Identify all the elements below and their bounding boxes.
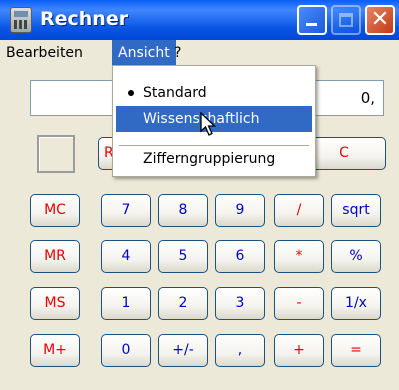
key-3[interactable]: 3 — [215, 287, 265, 320]
minimize-icon — [306, 23, 317, 26]
menu-ansicht[interactable]: Ansicht — [112, 40, 176, 66]
key-2[interactable]: 2 — [158, 287, 208, 320]
key-7[interactable]: 7 — [101, 194, 151, 227]
mc-button[interactable]: MC — [30, 194, 80, 227]
window-title: Rechner — [40, 8, 129, 30]
equals-button[interactable]: = — [331, 334, 381, 367]
calculator-window: Rechner ✕ Bearbeiten Ansicht ? 0, R E C … — [0, 0, 399, 390]
key-4[interactable]: 4 — [101, 240, 151, 273]
close-button[interactable]: ✕ — [365, 5, 395, 35]
percent-button[interactable]: % — [331, 240, 381, 273]
add-button[interactable]: + — [274, 334, 324, 367]
close-icon: ✕ — [370, 7, 390, 32]
menu-item-digit-grouping-label: Zifferngruppierung — [143, 151, 276, 167]
key-6[interactable]: 6 — [215, 240, 265, 273]
sign-button[interactable]: +/- — [158, 334, 208, 367]
mr-button[interactable]: MR — [30, 240, 80, 273]
maximize-button[interactable] — [331, 5, 361, 35]
minimize-button[interactable] — [297, 5, 327, 35]
divide-button[interactable]: / — [274, 194, 324, 227]
radio-bullet-icon — [128, 90, 134, 96]
reciprocal-button[interactable]: 1/x — [331, 287, 381, 320]
key-9[interactable]: 9 — [215, 194, 265, 227]
calculator-icon — [10, 7, 32, 33]
menu-bearbeiten[interactable]: Bearbeiten — [0, 40, 89, 66]
mouse-pointer-icon — [200, 112, 217, 136]
maximize-icon — [339, 13, 353, 27]
decimal-button[interactable]: , — [215, 334, 265, 367]
memory-indicator — [37, 135, 75, 173]
sqrt-button[interactable]: sqrt — [331, 194, 381, 227]
key-0[interactable]: 0 — [101, 334, 151, 367]
menu-help[interactable]: ? — [168, 40, 187, 66]
display-value: 0, — [360, 89, 375, 107]
key-8[interactable]: 8 — [158, 194, 208, 227]
mplus-button[interactable]: M+ — [30, 334, 80, 367]
menu-bar: Bearbeiten Ansicht ? — [0, 40, 399, 66]
menu-item-digit-grouping[interactable]: Zifferngruppierung — [116, 146, 312, 172]
key-1[interactable]: 1 — [101, 287, 151, 320]
menu-item-standard-label: Standard — [143, 85, 207, 101]
key-5[interactable]: 5 — [158, 240, 208, 273]
title-bar[interactable]: Rechner ✕ — [0, 0, 399, 40]
subtract-button[interactable]: - — [274, 287, 324, 320]
multiply-button[interactable]: * — [274, 240, 324, 273]
menu-item-standard[interactable]: Standard — [116, 80, 312, 106]
ms-button[interactable]: MS — [30, 287, 80, 320]
